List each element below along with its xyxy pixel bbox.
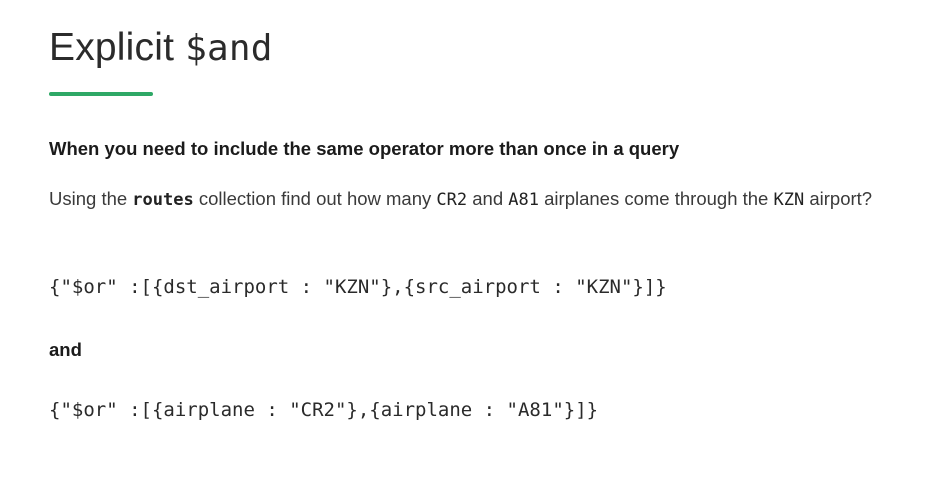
paragraph-text-5: airport? (804, 188, 873, 209)
airport-code: KZN (773, 190, 805, 210)
paragraph-text-3: and (467, 188, 509, 209)
title-operator-code: $and (185, 28, 273, 69)
paragraph-text-2: collection find out how many (193, 188, 437, 209)
exercise-paragraph: Using the routes collection find out how… (49, 185, 919, 214)
airplane-code-1: CR2 (436, 190, 468, 210)
collection-name-code: routes (132, 190, 194, 210)
code-query-airport-or: {"$or" :[{dst_airport : "KZN"},{src_airp… (49, 276, 667, 298)
title-underline-accent (49, 92, 153, 96)
paragraph-text-4: airplanes come through the (539, 188, 774, 209)
title-text: Explicit (49, 26, 186, 69)
code-query-airplane-or: {"$or" :[{airplane : "CR2"},{airplane : … (49, 399, 599, 421)
lead-statement: When you need to include the same operat… (49, 138, 680, 159)
page-title: Explicit $and (49, 26, 273, 70)
paragraph-text-1: Using the (49, 188, 133, 209)
airplane-code-2: A81 (508, 190, 539, 210)
and-label: and (49, 339, 82, 360)
